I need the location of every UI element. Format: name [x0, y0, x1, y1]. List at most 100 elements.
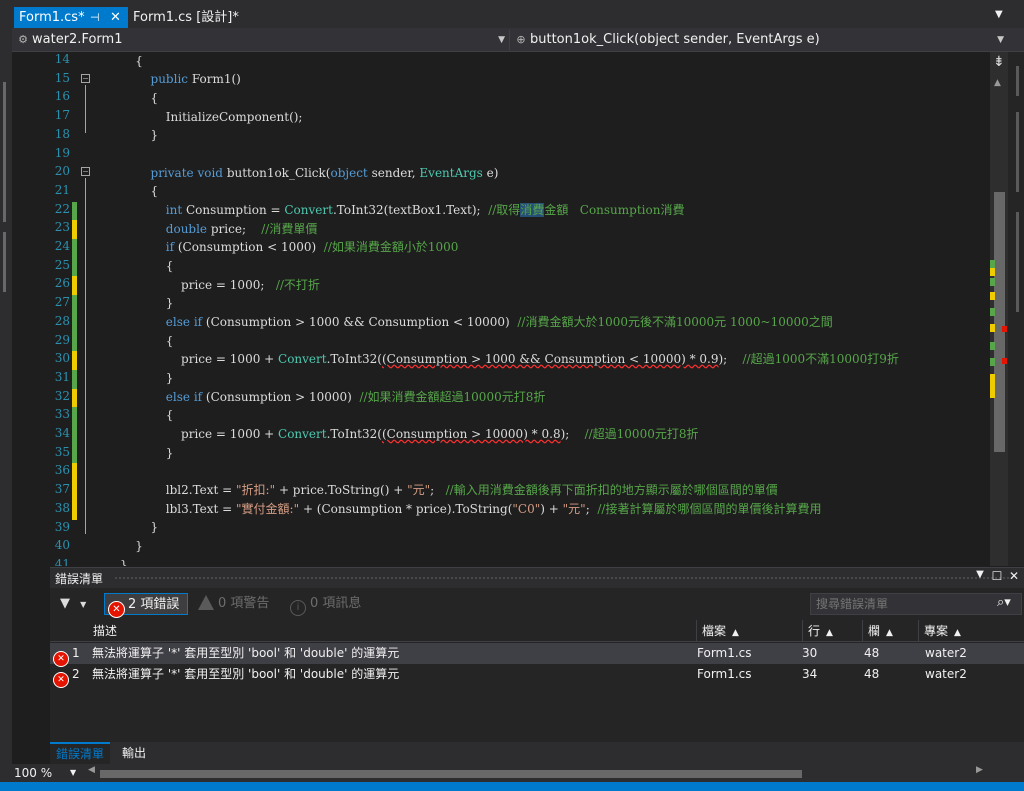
sort-ascending-icon: ▲	[826, 628, 833, 638]
pin-icon[interactable]: ⊣	[90, 7, 100, 28]
search-icon[interactable]: ⌕▾	[997, 595, 1011, 610]
method-icon: ⊕	[516, 33, 526, 46]
class-dropdown[interactable]: ⚙ water2.Form1 ▼	[14, 30, 510, 50]
tab-form1-design[interactable]: Form1.cs [設計]*	[128, 7, 248, 28]
horizontal-scrollbar[interactable]: ◀ ▶	[86, 765, 988, 779]
line-number: 22	[54, 202, 70, 216]
panel-title: 錯誤清單	[55, 572, 104, 586]
error-column: 48	[864, 646, 880, 660]
line-number: 36	[54, 463, 70, 477]
chevron-down-icon: ▼	[997, 35, 1004, 45]
error-project: water2	[925, 667, 967, 681]
search-error-list[interactable]: ⌕▾	[810, 593, 1022, 615]
outline-line	[85, 85, 86, 133]
scroll-right-icon[interactable]: ▶	[976, 765, 983, 775]
chevron-down-icon: ▼	[498, 35, 505, 45]
code-line: price = 1000 + Convert.ToInt32((Consumpt…	[120, 352, 899, 366]
saved-change-marker	[72, 239, 77, 258]
error-icon: ✕	[108, 601, 125, 618]
column-line[interactable]: 行 ▲	[802, 620, 862, 642]
code-line: else if (Consumption > 10000) //如果消費金額超過…	[165, 390, 546, 404]
tab-form1-cs[interactable]: Form1.cs* ⊣ ✕	[14, 7, 128, 28]
column-description[interactable]: 描述	[88, 620, 696, 642]
collapse-icon[interactable]: −	[81, 74, 90, 83]
maximize-icon[interactable]: ☐	[989, 569, 1005, 583]
tab-error-list[interactable]: 錯誤清單	[50, 742, 111, 764]
code-line: lbl2.Text = "折扣:" + price.ToString() + "…	[120, 483, 778, 497]
column-column[interactable]: 欄 ▲	[862, 620, 918, 642]
code-line: {	[120, 54, 143, 68]
filter-button[interactable]: ▼ ▼	[60, 593, 98, 615]
editor-vertical-scrollbar[interactable]: ⇟ ▲	[990, 52, 1008, 566]
column-file[interactable]: 檔案 ▲	[696, 620, 802, 642]
column-project[interactable]: 專案 ▲	[918, 620, 1024, 642]
line-number: 16	[54, 89, 70, 103]
tab-label: Form1.cs*	[19, 10, 85, 25]
line-number: 39	[54, 520, 70, 534]
member-label: button1ok_Click(object sender, EventArgs…	[530, 32, 820, 47]
code-line: else if (Consumption > 1000 && Consumpti…	[165, 315, 833, 329]
warnings-toggle-button[interactable]: 0 項警告	[198, 593, 269, 615]
error-row[interactable]: ✕ 2 無法將運算子 '*' 套用至型別 'bool' 和 'double' 的…	[50, 664, 1024, 688]
saved-change-marker	[72, 407, 77, 426]
code-line: lbl3.Text = "實付金額:" + (Consumption * pri…	[120, 502, 822, 516]
line-number: 14	[54, 52, 70, 66]
zoom-dropdown[interactable]: 100 % ▼	[14, 764, 82, 782]
sort-ascending-icon: ▲	[954, 628, 961, 638]
unsaved-change-marker	[72, 501, 77, 520]
code-line: }	[120, 558, 128, 566]
navigation-bar: ⚙ water2.Form1 ▼ ⊕ button1ok_Click(object …	[0, 28, 1024, 52]
line-number: 38	[54, 501, 70, 515]
code-line: price = 1000; //不打折	[120, 278, 320, 292]
code-line: }	[120, 539, 143, 553]
search-input[interactable]	[811, 594, 996, 614]
right-tool-strip	[1008, 52, 1024, 566]
tab-output[interactable]: 輸出	[116, 742, 152, 764]
saved-change-marker	[72, 445, 77, 464]
error-line: 30	[802, 646, 818, 660]
error-line: 34	[802, 667, 818, 681]
scroll-left-icon[interactable]: ◀	[88, 765, 95, 775]
messages-toggle-button[interactable]: i 0 項訊息	[290, 593, 362, 616]
code-line: {	[120, 184, 159, 198]
close-icon[interactable]: ✕	[1006, 569, 1022, 583]
messages-toggle-label: 0 項訊息	[310, 596, 362, 611]
close-tab-icon[interactable]: ✕	[110, 7, 121, 28]
line-number: 20	[54, 164, 70, 178]
line-number: 41	[54, 557, 70, 566]
window-position-icon[interactable]: ▼	[972, 569, 988, 580]
scrollbar-thumb[interactable]	[994, 192, 1005, 452]
saved-change-marker	[72, 333, 77, 352]
code-line: public Form1()	[150, 72, 241, 86]
zoom-level: 100 %	[14, 766, 53, 780]
chevron-down-icon: ▼	[80, 600, 87, 609]
code-line: if (Consumption < 1000) //如果消費金額小於1000	[165, 240, 459, 254]
info-icon: i	[290, 600, 306, 616]
line-number: 15	[54, 71, 70, 85]
error-row[interactable]: ✕ 1 無法將運算子 '*' 套用至型別 'bool' 和 'double' 的…	[50, 643, 1024, 667]
split-window-icon[interactable]: ⇟	[993, 54, 1005, 70]
code-line: double price; //消費單價	[165, 222, 318, 236]
errors-toggle-button[interactable]: ✕ 2 項錯誤	[104, 593, 188, 618]
code-editor[interactable]: 14 15 16 17 18 19 20 21 22 23 24 25 26 27 28 29 30 31 32 33…	[12, 52, 1024, 566]
collapse-icon[interactable]: −	[81, 167, 90, 176]
sort-ascending-icon: ▲	[886, 628, 893, 638]
tab-overflow-menu-icon[interactable]: ▼	[995, 9, 1003, 20]
errors-toggle-label: 2 項錯誤	[128, 597, 180, 612]
error-list-title-bar: 錯誤清單 ▼ ☐ ✕	[50, 568, 1024, 588]
line-number: 29	[54, 333, 70, 347]
saved-change-marker	[72, 202, 77, 221]
class-icon: ⚙	[18, 33, 28, 46]
tab-label: Form1.cs [設計]*	[133, 10, 239, 25]
line-number: 35	[54, 445, 70, 459]
member-dropdown[interactable]: ⊕ button1ok_Click(object sender, EventArg…	[512, 30, 1008, 50]
error-icon: ✕	[53, 672, 69, 688]
filter-icon: ▼	[60, 596, 70, 611]
line-number: 24	[54, 239, 70, 253]
scroll-up-icon[interactable]: ▲	[994, 78, 1001, 88]
code-line: }	[120, 520, 159, 534]
line-number: 28	[54, 314, 70, 328]
warning-icon	[198, 595, 214, 610]
scrollbar-thumb[interactable]	[100, 770, 802, 778]
line-number: 26	[54, 276, 70, 290]
